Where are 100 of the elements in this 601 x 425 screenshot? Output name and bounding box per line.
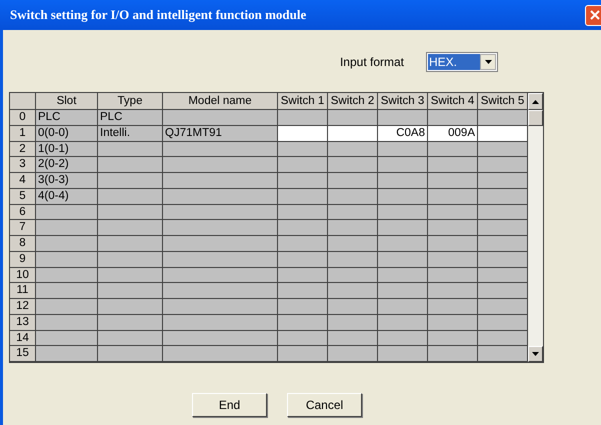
switch-cell[interactable] [278,252,328,268]
switch-cell[interactable] [478,188,528,204]
switch-cell[interactable] [478,173,528,189]
row-header[interactable]: 14 [10,330,36,346]
row-header[interactable]: 10 [10,268,36,284]
switch-cell[interactable] [328,314,378,330]
column-header[interactable]: Switch 5 [478,93,528,110]
column-header[interactable]: Slot [36,93,98,110]
switch-cell[interactable] [478,252,528,268]
row-header[interactable]: 7 [10,220,36,236]
switch-cell[interactable] [378,283,428,299]
row-header[interactable]: 4 [10,173,36,189]
switch-cell[interactable] [428,220,478,236]
switch-cell[interactable] [478,142,528,158]
switch-cell[interactable] [378,188,428,204]
switch-cell[interactable] [328,126,378,142]
close-button[interactable] [585,4,601,26]
row-header[interactable]: 8 [10,236,36,252]
switch-cell[interactable] [478,283,528,299]
switch-cell[interactable] [278,126,328,142]
dialog-button[interactable]: End [192,393,267,417]
switch-cell[interactable] [328,346,378,362]
switch-cell[interactable] [278,283,328,299]
switch-cell[interactable] [478,346,528,362]
scrollbar-thumb[interactable] [528,110,543,126]
switch-cell[interactable] [328,236,378,252]
switch-cell[interactable] [378,110,428,126]
switch-cell[interactable] [328,157,378,173]
switch-cell[interactable] [328,220,378,236]
column-header[interactable]: Switch 4 [428,93,478,110]
switch-cell[interactable] [278,173,328,189]
row-header[interactable]: 2 [10,142,36,158]
switch-cell[interactable] [278,204,328,220]
row-header[interactable]: 6 [10,204,36,220]
row-header[interactable]: 9 [10,252,36,268]
switch-cell[interactable] [278,188,328,204]
column-header[interactable]: Switch 2 [328,93,378,110]
switch-cell[interactable] [378,268,428,284]
row-header[interactable]: 1 [10,126,36,142]
switch-cell[interactable] [328,268,378,284]
switch-cell[interactable] [428,346,478,362]
switch-cell[interactable] [428,314,478,330]
switch-cell[interactable] [428,252,478,268]
switch-cell[interactable] [378,346,428,362]
switch-cell[interactable] [378,236,428,252]
switch-cell[interactable] [378,252,428,268]
switch-cell[interactable] [278,314,328,330]
scrollbar[interactable] [528,93,543,362]
column-header[interactable]: Model name [163,93,278,110]
switch-cell[interactable] [378,314,428,330]
row-header[interactable]: 3 [10,157,36,173]
switch-cell[interactable]: 009A [428,126,478,142]
switch-cell[interactable] [328,204,378,220]
switch-cell[interactable] [478,157,528,173]
switch-cell[interactable] [278,268,328,284]
switch-cell[interactable] [478,314,528,330]
switch-cell[interactable] [378,204,428,220]
switch-cell[interactable] [478,268,528,284]
row-header[interactable]: 13 [10,314,36,330]
switch-cell[interactable] [478,204,528,220]
switch-cell[interactable] [328,142,378,158]
row-header[interactable]: 11 [10,283,36,299]
switch-cell[interactable] [328,188,378,204]
switch-cell[interactable] [278,236,328,252]
switch-cell[interactable]: C0A8 [378,126,428,142]
switch-cell[interactable] [478,299,528,315]
row-header[interactable]: 5 [10,188,36,204]
row-header[interactable]: 0 [10,110,36,126]
column-header[interactable]: Type [98,93,163,110]
dialog-button[interactable]: Cancel [287,393,362,417]
switch-cell[interactable] [478,220,528,236]
switch-cell[interactable] [478,330,528,346]
switch-cell[interactable] [478,236,528,252]
switch-cell[interactable] [278,110,328,126]
switch-cell[interactable] [278,330,328,346]
switch-cell[interactable] [278,157,328,173]
switch-cell[interactable] [428,188,478,204]
switch-cell[interactable] [378,220,428,236]
switch-cell[interactable] [428,157,478,173]
switch-cell[interactable] [278,299,328,315]
row-header[interactable]: 12 [10,299,36,315]
switch-cell[interactable] [378,330,428,346]
switch-cell[interactable] [428,110,478,126]
switch-cell[interactable] [428,330,478,346]
switch-cell[interactable] [428,204,478,220]
switch-cell[interactable] [328,110,378,126]
column-header[interactable]: Switch 1 [278,93,328,110]
column-header[interactable]: Switch 3 [378,93,428,110]
switch-cell[interactable] [428,173,478,189]
switch-cell[interactable] [328,173,378,189]
switch-cell[interactable] [378,142,428,158]
switch-cell[interactable] [428,299,478,315]
switch-cell[interactable] [478,110,528,126]
switch-cell[interactable] [278,220,328,236]
row-header[interactable]: 15 [10,346,36,362]
switch-cell[interactable] [278,346,328,362]
switch-cell[interactable] [378,173,428,189]
switch-cell[interactable] [378,157,428,173]
switch-cell[interactable] [478,126,528,142]
switch-cell[interactable] [378,299,428,315]
